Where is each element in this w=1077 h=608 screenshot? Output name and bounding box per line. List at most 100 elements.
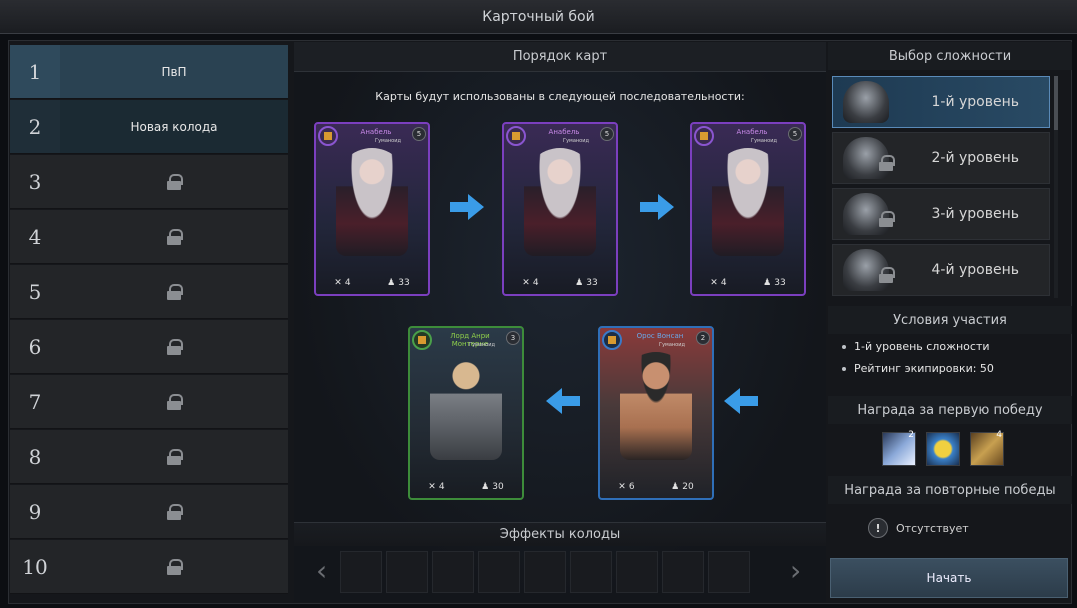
lock-icon <box>167 558 183 575</box>
person-icon: ♟ <box>387 278 396 288</box>
reward-count: 4 <box>996 430 1002 440</box>
deck-number: 1 <box>10 45 60 98</box>
arrow-right-icon <box>640 194 674 220</box>
deck-slot-1[interactable]: 1 ПвП <box>10 45 288 99</box>
deck-number: 8 <box>28 444 42 469</box>
card-slot-1[interactable]: Анабель Гуманоид 5 ✕ 4 ♟ 33 <box>314 122 430 296</box>
card-level: 3 <box>506 331 520 345</box>
element-badge-icon <box>694 126 714 146</box>
deck-slot-10[interactable]: 10 <box>10 540 288 594</box>
card-slot-2[interactable]: Анабель Гуманоид 5 ✕ 4 ♟ 33 <box>502 122 618 296</box>
deck-slot-7[interactable]: 7 <box>10 375 288 429</box>
difficulty-label: 1-й уровень <box>931 94 1019 110</box>
lock-icon <box>167 448 183 465</box>
health-stat: ♟ 33 <box>575 278 598 288</box>
element-badge-icon <box>318 126 338 146</box>
deck-number: 9 <box>28 499 42 524</box>
difficulty-level-4[interactable]: 4-й уровень <box>832 244 1050 296</box>
card-slot-4[interactable]: Орос Вонсан Гуманоид 2 ✕ 6 ♟ 20 <box>598 326 714 500</box>
deck-list: 1 ПвП 2 Новая колода 3 4 5 6 7 8 9 10 <box>10 45 288 598</box>
difficulty-title: Выбор сложности <box>828 42 1072 70</box>
exclamation-icon: ! <box>868 518 888 538</box>
attack-stat: ✕ 6 <box>618 482 635 492</box>
first-reward-items: 2 4 <box>882 430 1004 466</box>
card-race: Гуманоид <box>375 138 401 144</box>
deck-slot-3[interactable]: 3 <box>10 155 288 209</box>
effect-slot[interactable] <box>570 551 612 593</box>
difficulty-scrollbar[interactable] <box>1054 76 1058 298</box>
difficulty-level-3[interactable]: 3-й уровень <box>832 188 1050 240</box>
helmet-icon <box>843 81 889 123</box>
feather-icon[interactable]: 2 <box>882 430 916 466</box>
deck-number: 10 <box>22 554 48 579</box>
card-level: 5 <box>788 127 802 141</box>
effect-slot[interactable] <box>432 551 474 593</box>
condition-item: Рейтинг экипировки: 50 <box>842 362 994 375</box>
deck-label: ПвП <box>60 45 288 98</box>
start-button[interactable]: Начать <box>830 558 1068 598</box>
lock-icon <box>879 267 895 283</box>
repeat-reward-status: ! Отсутствует <box>868 518 969 538</box>
card-slot-3[interactable]: Анабель Гуманоид 5 ✕ 4 ♟ 33 <box>690 122 806 296</box>
person-icon: ♟ <box>575 278 584 288</box>
deck-number: 7 <box>28 389 42 414</box>
deck-slot-4[interactable]: 4 <box>10 210 288 264</box>
reward-count: 2 <box>908 430 914 440</box>
effect-slot[interactable] <box>524 551 566 593</box>
card-level: 2 <box>696 331 710 345</box>
difficulty-level-1[interactable]: 1-й уровень <box>832 76 1050 128</box>
lock-icon <box>167 173 183 190</box>
deck-slot-9[interactable]: 9 <box>10 485 288 539</box>
swords-icon: ✕ <box>522 278 530 288</box>
health-stat: ♟ 20 <box>671 482 694 492</box>
attack-stat: ✕ 4 <box>428 482 445 492</box>
lock-icon <box>167 283 183 300</box>
crystal-icon[interactable] <box>926 432 960 466</box>
window-title: Карточный бой <box>482 8 595 25</box>
effect-slot[interactable] <box>708 551 750 593</box>
deck-slot-5[interactable]: 5 <box>10 265 288 319</box>
card-level: 5 <box>412 127 426 141</box>
swords-icon: ✕ <box>710 278 718 288</box>
card-order-panel: Порядок карт Карты будут использованы в … <box>294 42 826 602</box>
swords-icon: ✕ <box>334 278 342 288</box>
deck-slot-8[interactable]: 8 <box>10 430 288 484</box>
health-stat: ♟ 33 <box>763 278 786 288</box>
card-level: 5 <box>600 127 614 141</box>
effect-slot[interactable] <box>386 551 428 593</box>
card-order-note: Карты будут использованы в следующей пос… <box>375 90 745 103</box>
deck-number: 3 <box>28 169 42 194</box>
deck-slot-6[interactable]: 6 <box>10 320 288 374</box>
deck-number: 2 <box>10 100 60 153</box>
difficulty-label: 3-й уровень <box>931 206 1019 222</box>
chevron-right-icon[interactable]: › <box>790 554 801 587</box>
card-portrait <box>620 352 692 460</box>
card-order-title: Порядок карт <box>294 42 826 72</box>
card-slot-5[interactable]: Лорд Анри Монтерне Гуманоид 3 ✕ 4 ♟ 30 <box>408 326 524 500</box>
window-titlebar: Карточный бой <box>0 0 1077 34</box>
attack-stat: ✕ 4 <box>710 278 727 288</box>
scroll-icon[interactable]: 4 <box>970 430 1004 466</box>
effect-slot[interactable] <box>478 551 520 593</box>
effect-slot[interactable] <box>616 551 658 593</box>
condition-item: 1-й уровень сложности <box>842 340 990 353</box>
card-name: Анабель <box>548 128 580 136</box>
deck-number: 4 <box>28 224 42 249</box>
attack-stat: ✕ 4 <box>334 278 351 288</box>
effect-slot[interactable] <box>340 551 382 593</box>
card-name: Орос Вонсан <box>636 332 684 340</box>
health-stat: ♟ 30 <box>481 482 504 492</box>
repeat-reward-title: Награда за повторные победы <box>828 476 1072 504</box>
card-race: Гуманоид <box>563 138 589 144</box>
deck-slot-2[interactable]: 2 Новая колода <box>10 100 288 154</box>
element-badge-icon <box>412 330 432 350</box>
element-badge-icon <box>506 126 526 146</box>
person-icon: ♟ <box>763 278 772 288</box>
person-icon: ♟ <box>481 482 490 492</box>
difficulty-level-2[interactable]: 2-й уровень <box>832 132 1050 184</box>
deck-label: Новая колода <box>60 100 288 153</box>
first-reward-title: Награда за первую победу <box>828 396 1072 424</box>
effect-slot[interactable] <box>662 551 704 593</box>
card-portrait <box>336 148 408 256</box>
element-badge-icon <box>602 330 622 350</box>
